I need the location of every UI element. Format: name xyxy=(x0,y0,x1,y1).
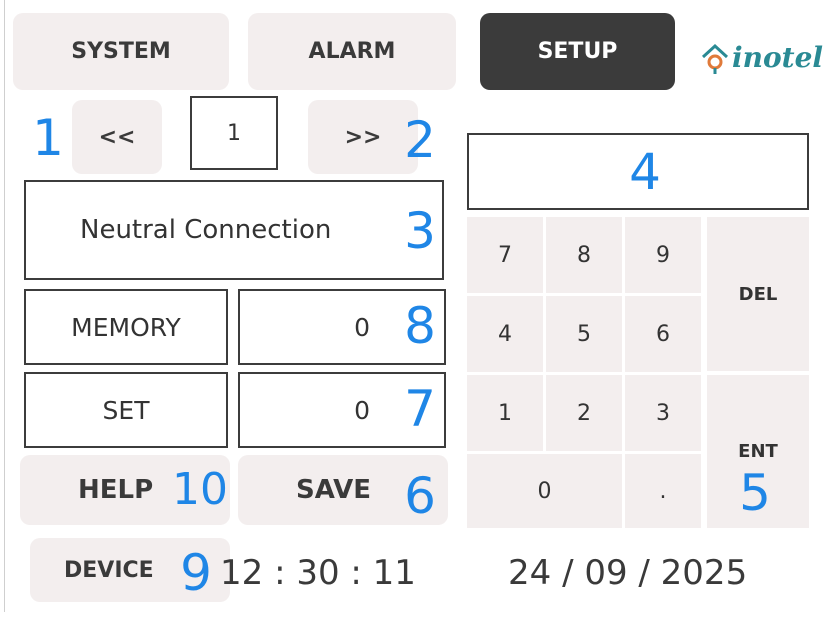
tab-alarm[interactable]: ALARM xyxy=(248,13,456,90)
enter-key-label: ENT xyxy=(738,441,778,462)
brand-logo: inotel xyxy=(700,30,824,85)
set-label: SET xyxy=(102,395,150,425)
key-1[interactable]: 1 xyxy=(467,375,543,451)
key-1-label: 1 xyxy=(498,400,512,426)
key-3[interactable]: 3 xyxy=(625,375,701,451)
set-label-box: SET xyxy=(24,372,228,448)
key-5[interactable]: 5 xyxy=(546,296,622,372)
memory-value: 0 xyxy=(354,312,370,342)
key-6-label: 6 xyxy=(656,321,670,347)
prev-page-label: << xyxy=(98,124,136,150)
prev-page-button[interactable]: << xyxy=(72,100,162,174)
device-label: DEVICE xyxy=(64,557,154,583)
key-9-label: 9 xyxy=(656,242,670,268)
key-2-label: 2 xyxy=(577,400,591,426)
clock-date: 24 / 09 / 2025 xyxy=(508,553,748,593)
key-4-label: 4 xyxy=(498,321,512,347)
save-label: SAVE xyxy=(296,475,371,505)
key-2[interactable]: 2 xyxy=(546,375,622,451)
key-4[interactable]: 4 xyxy=(467,296,543,372)
callout-3: 3 xyxy=(404,202,436,260)
set-value: 0 xyxy=(354,395,370,425)
callout-1: 1 xyxy=(32,109,64,167)
tab-system-label: SYSTEM xyxy=(71,39,171,64)
callout-10: 10 xyxy=(172,464,228,515)
tab-alarm-label: ALARM xyxy=(308,39,396,64)
key-7-label: 7 xyxy=(498,242,512,268)
callout-2: 2 xyxy=(404,111,436,169)
next-page-label: >> xyxy=(344,124,382,150)
parameter-name-display: Neutral Connection xyxy=(24,180,444,280)
key-3-label: 3 xyxy=(656,400,670,426)
key-8[interactable]: 8 xyxy=(546,217,622,293)
left-edge-line xyxy=(4,0,5,612)
parameter-name: Neutral Connection xyxy=(80,215,332,245)
callout-5: 5 xyxy=(739,464,771,522)
tab-setup[interactable]: SETUP xyxy=(480,13,675,90)
memory-label-box: MEMORY xyxy=(24,289,228,365)
delete-key[interactable]: DEL xyxy=(707,217,809,371)
key-0-label: 0 xyxy=(537,478,552,504)
key-8-label: 8 xyxy=(577,242,591,268)
page-number-field[interactable]: 1 xyxy=(190,96,278,170)
memory-label: MEMORY xyxy=(71,312,181,342)
callout-9: 9 xyxy=(180,544,212,602)
callout-7: 7 xyxy=(404,380,436,438)
key-5-label: 5 xyxy=(577,321,591,347)
key-6[interactable]: 6 xyxy=(625,296,701,372)
help-label: HELP xyxy=(78,475,154,505)
delete-key-label: DEL xyxy=(738,283,778,305)
logo-text: inotel xyxy=(732,41,824,74)
key-9[interactable]: 9 xyxy=(625,217,701,293)
callout-6: 6 xyxy=(404,467,436,525)
key-decimal-label: . xyxy=(659,478,667,504)
callout-4: 4 xyxy=(629,143,661,201)
tab-setup-label: SETUP xyxy=(537,39,618,64)
logo-mark-icon xyxy=(701,43,729,74)
page-number-value: 1 xyxy=(227,120,241,146)
clock-time: 12 : 30 : 11 xyxy=(220,553,416,593)
tab-system[interactable]: SYSTEM xyxy=(13,13,229,90)
key-0[interactable]: 0 xyxy=(467,454,622,528)
key-7[interactable]: 7 xyxy=(467,217,543,293)
callout-8: 8 xyxy=(404,297,436,355)
key-decimal[interactable]: . xyxy=(625,454,701,528)
